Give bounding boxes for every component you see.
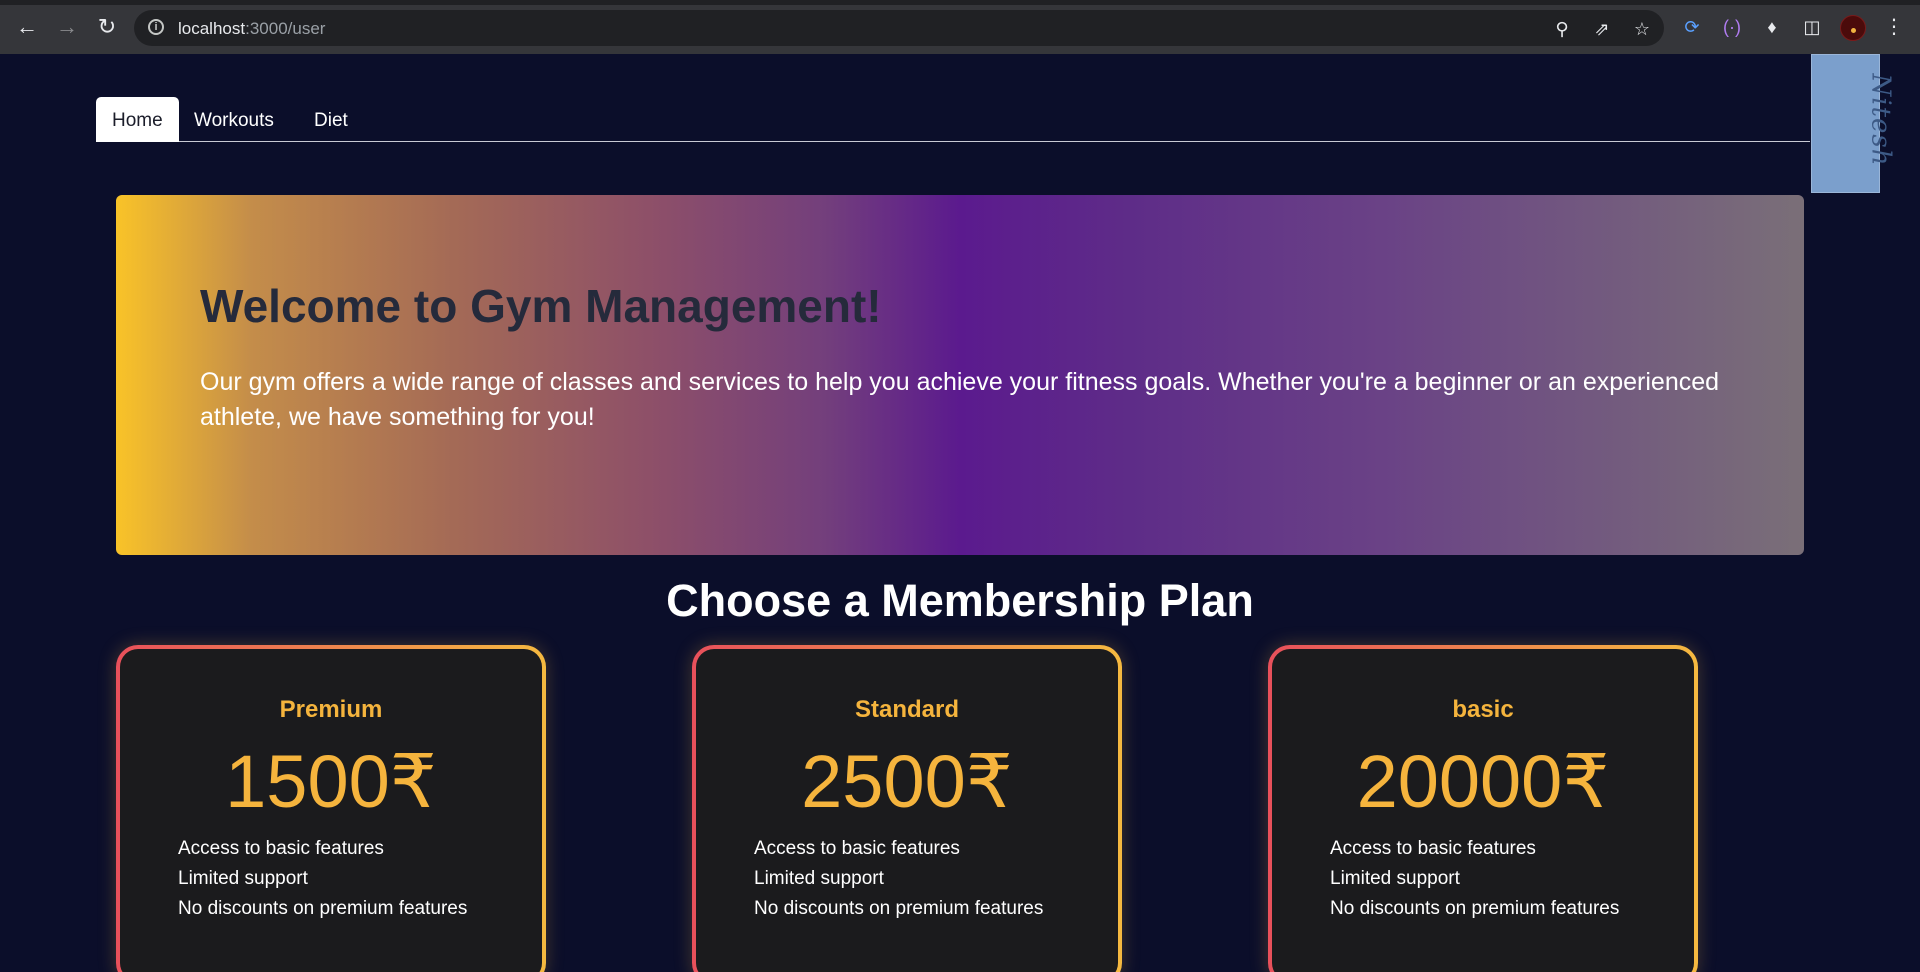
reload-icon[interactable]: ↻ (94, 14, 120, 40)
share-icon[interactable]: ⇗ (1592, 19, 1612, 39)
tab-home[interactable]: Home (96, 97, 179, 142)
address-bar[interactable]: i localhost:3000/user ⚲ ⇗ ☆ (134, 10, 1664, 46)
plan-features: Access to basic features Limited support… (754, 834, 1043, 924)
plan-feature: Access to basic features (754, 838, 960, 859)
plan-card-standard[interactable]: Standard 2500₹ Access to basic features … (692, 645, 1122, 972)
welcome-title: Welcome to Gym Management! (200, 280, 882, 332)
puzzle-icon[interactable]: ♦ (1760, 15, 1784, 39)
plan-name: Standard (854, 696, 959, 723)
url-text[interactable]: localhost:3000/user (178, 19, 325, 39)
plan-feature: Access to basic features (1330, 838, 1536, 859)
plan-feature: No discounts on premium features (178, 898, 468, 919)
sidebar-icon[interactable]: ◫ (1800, 15, 1824, 39)
plan-price: 1500₹ (225, 740, 437, 823)
back-arrow-icon[interactable]: ← (14, 14, 40, 40)
star-icon[interactable]: ☆ (1632, 19, 1652, 39)
plan-feature: Limited support (1330, 868, 1460, 889)
tab-strip (0, 0, 1920, 5)
plan-card-basic[interactable]: basic 20000₹ Access to basic features Li… (1268, 645, 1698, 972)
plan-card-body: Premium 1500₹ Access to basic features L… (120, 649, 542, 972)
plans-heading: Choose a Membership Plan (666, 575, 1254, 626)
plan-features: Access to basic features Limited support… (1330, 834, 1619, 924)
extension-blue-icon[interactable]: ⟳ (1680, 15, 1704, 39)
forward-arrow-icon[interactable]: → (54, 14, 80, 40)
tab-diet[interactable]: Diet (298, 97, 364, 142)
menu-dots-icon[interactable]: ⋮ (1884, 15, 1904, 39)
note-signature: Nitesh (1865, 73, 1896, 167)
sticky-note-widget[interactable]: Nitesh (1811, 54, 1896, 193)
welcome-banner: Welcome to Gym Management! Our gym offer… (116, 195, 1804, 555)
url-host: localhost (178, 19, 246, 38)
plan-feature: Access to basic features (178, 838, 384, 859)
info-icon[interactable]: i (148, 19, 164, 35)
key-icon[interactable]: ⚲ (1552, 19, 1572, 39)
plan-price: 2500₹ (801, 740, 1013, 823)
plan-price: 20000₹ (1356, 740, 1610, 823)
plan-card-body: Standard 2500₹ Access to basic features … (696, 649, 1118, 972)
plan-card-body: basic 20000₹ Access to basic features Li… (1272, 649, 1694, 972)
plan-card-premium[interactable]: Premium 1500₹ Access to basic features L… (116, 645, 546, 972)
plan-feature: Limited support (754, 868, 884, 889)
plan-name: basic (1452, 696, 1514, 723)
nav-tabs: Home Workouts Diet (96, 97, 1810, 142)
plan-features: Access to basic features Limited support… (178, 834, 467, 924)
avatar[interactable] (1840, 15, 1866, 41)
tab-workouts[interactable]: Workouts (178, 97, 290, 142)
extension-purple-icon[interactable]: (·) (1720, 15, 1744, 39)
plan-feature: Limited support (178, 868, 308, 889)
url-path: :3000/user (245, 19, 326, 38)
plan-name: Premium (279, 696, 383, 723)
plan-feature: No discounts on premium features (1330, 898, 1620, 919)
browser-toolbar: ← → ↻ i localhost:3000/user ⚲ ⇗ ☆ ⟳ (·) … (0, 0, 1920, 54)
plan-feature: No discounts on premium features (754, 898, 1044, 919)
welcome-text: Our gym offers a wide range of classes a… (200, 368, 1720, 431)
